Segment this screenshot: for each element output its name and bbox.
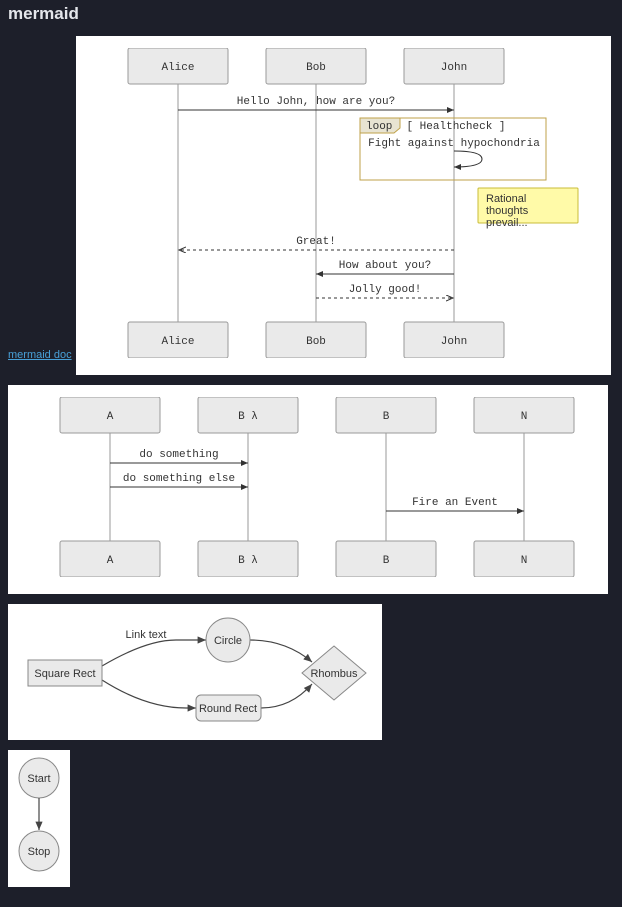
message-label: Fight against hypochondria — [368, 138, 540, 150]
node-label: Stop — [28, 846, 51, 858]
actor-label: Alice — [162, 336, 195, 348]
page-title: mermaid — [8, 4, 614, 24]
sequence-diagram-1: Alice Bob John Hello John, how are you? … — [88, 48, 599, 358]
loop-tag: loop — [366, 121, 392, 133]
edge-label: Link text — [126, 629, 167, 641]
flowchart-1: Link text Square Rect Circle Round Rect … — [16, 612, 374, 727]
message-label: Hello John, how are you? — [237, 96, 395, 108]
actor-label: N — [521, 555, 528, 567]
flowchart-2: Start Stop — [14, 756, 64, 876]
diagram-panel-seq1: Alice Bob John Hello John, how are you? … — [76, 36, 611, 375]
actor-label: Alice — [162, 62, 195, 74]
actor-label: B λ — [238, 411, 258, 423]
message-label: Great! — [296, 236, 336, 248]
message-label: Jolly good! — [349, 284, 422, 296]
actor-label: A — [107, 411, 114, 423]
node-label: Round Rect — [199, 703, 257, 715]
actor-label: John — [441, 336, 467, 348]
actor-label: Bob — [306, 62, 326, 74]
node-label: Rhombus — [310, 668, 358, 680]
message-label: do something — [139, 449, 218, 461]
diagram-panel-seq2: A B λ B N do something do something else… — [8, 385, 608, 594]
message-label: Fire an Event — [412, 497, 498, 509]
message-label: do something else — [123, 473, 235, 485]
actor-label: B — [383, 411, 390, 423]
actor-label: John — [441, 62, 467, 74]
node-label: Square Rect — [34, 668, 95, 680]
node-label: Start — [27, 773, 50, 785]
loop-title: [ Healthcheck ] — [407, 121, 506, 133]
actor-label: B λ — [238, 555, 258, 567]
message-label: How about you? — [339, 260, 431, 272]
actor-label: Bob — [306, 336, 326, 348]
actor-label: N — [521, 411, 528, 423]
doc-link[interactable]: mermaid doc — [8, 349, 72, 361]
diagram-panel-flow2: Start Stop — [8, 750, 70, 887]
sequence-diagram-2: A B λ B N do something do something else… — [20, 397, 596, 577]
diagram-panel-flow1: Link text Square Rect Circle Round Rect … — [8, 604, 382, 740]
node-label: Circle — [214, 635, 242, 647]
actor-label: B — [383, 555, 390, 567]
note-text: Rationalthoughtsprevail... — [486, 193, 529, 229]
actor-label: A — [107, 555, 114, 567]
